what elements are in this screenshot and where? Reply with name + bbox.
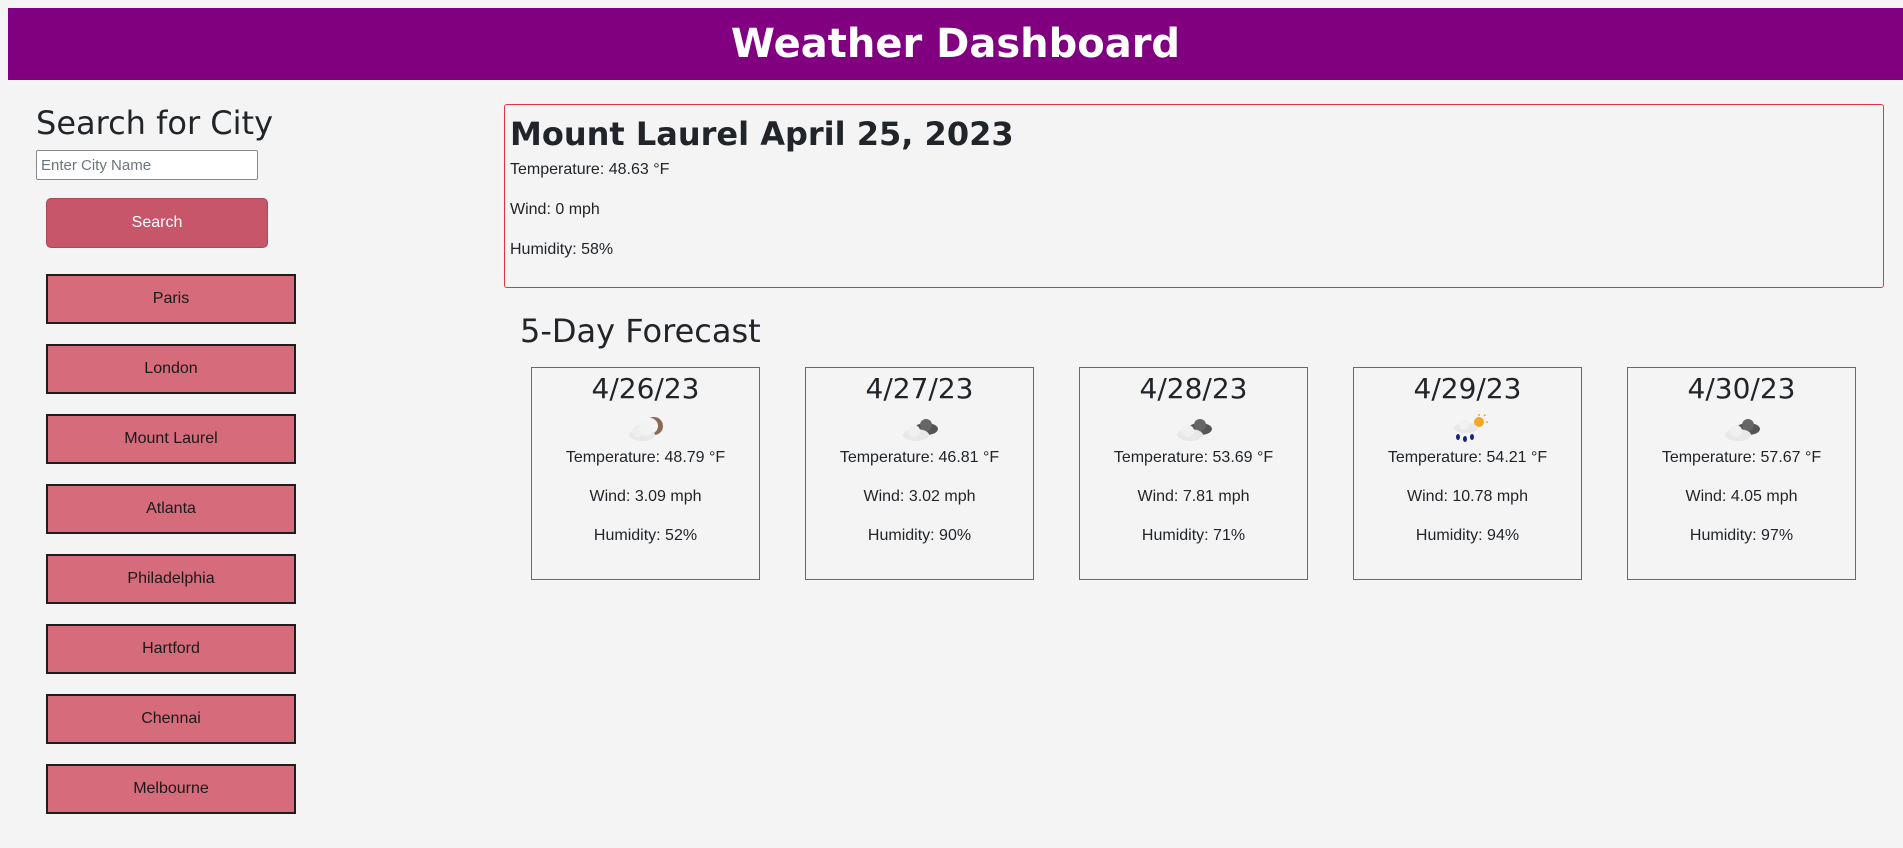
forecast-temperature: Temperature: 57.67 °F bbox=[1661, 449, 1822, 466]
forecast-date: 4/30/23 bbox=[1687, 372, 1796, 405]
history-button-paris[interactable]: Paris bbox=[46, 274, 296, 324]
forecast-humidity: Humidity: 52% bbox=[593, 527, 698, 544]
forecast-date: 4/26/23 bbox=[591, 372, 700, 405]
broken-clouds-icon bbox=[1628, 413, 1855, 445]
forecast-temperature: Temperature: 53.69 °F bbox=[1113, 449, 1274, 466]
city-search-input[interactable] bbox=[36, 150, 258, 180]
history-button-philadelphia[interactable]: Philadelphia bbox=[46, 554, 296, 604]
forecast-card: 4/28/23 Temperature: 53.69 °F Wind: 7.81… bbox=[1079, 367, 1308, 580]
forecast-card: 4/26/23 Temperature: 48.79 °F Wind: 3.09… bbox=[531, 367, 760, 580]
forecast-humidity: Humidity: 97% bbox=[1689, 527, 1794, 544]
forecast-humidity: Humidity: 71% bbox=[1141, 527, 1246, 544]
current-temperature: Temperature: 48.63 °F bbox=[510, 161, 670, 178]
forecast-temperature: Temperature: 48.79 °F bbox=[565, 449, 726, 466]
forecast-humidity: Humidity: 94% bbox=[1415, 527, 1520, 544]
app-header: Weather Dashboard bbox=[8, 8, 1903, 80]
forecast-wind: Wind: 4.05 mph bbox=[1685, 488, 1798, 505]
forecast-wind: Wind: 7.81 mph bbox=[1137, 488, 1250, 505]
broken-clouds-icon bbox=[1080, 413, 1307, 445]
rain-sun-icon bbox=[1354, 413, 1581, 445]
forecast-wind: Wind: 3.02 mph bbox=[863, 488, 976, 505]
search-button[interactable]: Search bbox=[46, 198, 268, 248]
current-weather-panel: Mount Laurel April 25, 2023 Temperature:… bbox=[504, 104, 1884, 288]
cloud-night-icon bbox=[532, 413, 759, 445]
history-button-hartford[interactable]: Hartford bbox=[46, 624, 296, 674]
current-city-heading: Mount Laurel April 25, 2023 bbox=[510, 115, 1014, 153]
forecast-humidity: Humidity: 90% bbox=[867, 527, 972, 544]
history-button-chennai[interactable]: Chennai bbox=[46, 694, 296, 744]
current-wind: Wind: 0 mph bbox=[510, 201, 600, 218]
history-button-mount-laurel[interactable]: Mount Laurel bbox=[46, 414, 296, 464]
forecast-wind: Wind: 10.78 mph bbox=[1407, 488, 1528, 505]
forecast-wind: Wind: 3.09 mph bbox=[589, 488, 702, 505]
forecast-temperature: Temperature: 46.81 °F bbox=[839, 449, 1000, 466]
forecast-date: 4/28/23 bbox=[1139, 372, 1248, 405]
page-title: Weather Dashboard bbox=[730, 21, 1181, 67]
forecast-card: 4/30/23 Temperature: 57.67 °F Wind: 4.05… bbox=[1627, 367, 1856, 580]
forecast-card: 4/29/23 Temperature: 54.21 °F Wind: 10.7… bbox=[1353, 367, 1582, 580]
history-button-london[interactable]: London bbox=[46, 344, 296, 394]
current-humidity: Humidity: 58% bbox=[510, 241, 614, 258]
forecast-title: 5-Day Forecast bbox=[520, 312, 761, 350]
search-history-list: Paris London Mount Laurel Atlanta Philad… bbox=[46, 274, 296, 834]
broken-clouds-icon bbox=[806, 413, 1033, 445]
forecast-temperature: Temperature: 54.21 °F bbox=[1387, 449, 1548, 466]
history-button-melbourne[interactable]: Melbourne bbox=[46, 764, 296, 814]
history-button-atlanta[interactable]: Atlanta bbox=[46, 484, 296, 534]
forecast-date: 4/29/23 bbox=[1413, 372, 1522, 405]
forecast-card: 4/27/23 Temperature: 46.81 °F Wind: 3.02… bbox=[805, 367, 1034, 580]
search-section-title: Search for City bbox=[36, 104, 273, 142]
forecast-date: 4/27/23 bbox=[865, 372, 974, 405]
